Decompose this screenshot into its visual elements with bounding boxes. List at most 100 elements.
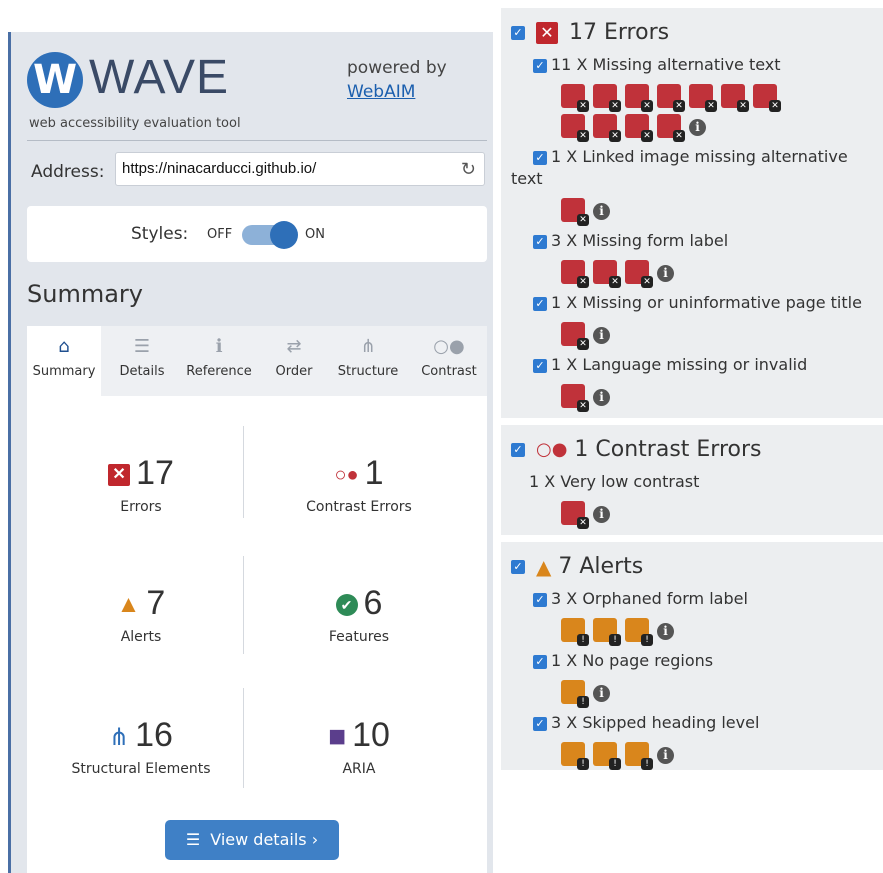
item-checkbox[interactable]: ✓	[533, 716, 547, 731]
errors-heading: 17 Errors	[569, 20, 670, 45]
missing-alt-icon[interactable]: ✕	[561, 84, 589, 112]
missing-alt-icon[interactable]: ✕	[753, 84, 781, 112]
item-checkbox[interactable]: ✓	[533, 358, 547, 373]
page-regions-icon[interactable]: !	[561, 680, 589, 708]
tab-label: Contrast	[421, 364, 477, 379]
view-details-button[interactable]: ☰ View details ›	[165, 820, 339, 860]
skipped-heading-icon[interactable]: !	[561, 742, 589, 770]
structural-count: 16	[135, 716, 173, 754]
features-label: Features	[328, 629, 390, 645]
address-input[interactable]: https://ninacarducci.github.io/ ↻	[115, 152, 485, 186]
contrast-label: Contrast Errors	[306, 499, 412, 515]
orphaned-label-icon[interactable]: !	[593, 618, 621, 646]
icon-row: ✕ i	[511, 499, 873, 529]
divider	[243, 556, 244, 654]
stat-contrast[interactable]: ○● 1 Contrast Errors	[259, 454, 459, 515]
list-icon: ☰	[185, 830, 201, 849]
skipped-heading-icon[interactable]: !	[625, 742, 653, 770]
powered-by-label: powered by	[347, 58, 447, 78]
missing-alt-icon[interactable]: ✕	[657, 114, 685, 142]
tab-bar: ⌂ Summary ☰ Details ℹ Reference ⇄ Order …	[27, 326, 487, 396]
alerts-checkbox[interactable]: ✓	[511, 560, 525, 574]
reload-icon[interactable]: ↻	[461, 153, 476, 185]
tab-reference[interactable]: ℹ Reference	[179, 326, 259, 396]
errors-checkbox[interactable]: ✓	[511, 26, 525, 40]
item-label: 11 X Missing alternative text	[551, 55, 781, 74]
icon-row: !!! i	[511, 616, 873, 646]
orphaned-label-icon[interactable]: !	[561, 618, 589, 646]
info-icon[interactable]: i	[593, 202, 610, 220]
stat-features[interactable]: ✔ 6 Features	[259, 584, 459, 645]
styles-off-label: OFF	[207, 227, 233, 242]
brand-header: W WAVE web accessibility evaluation tool…	[27, 50, 487, 136]
language-icon[interactable]: ✕	[561, 384, 589, 412]
stat-aria[interactable]: ■ 10 ARIA	[259, 716, 459, 777]
aria-label: ARIA	[342, 761, 376, 777]
info-icon[interactable]: i	[657, 264, 674, 282]
styles-on-label: ON	[305, 227, 325, 242]
stat-alerts[interactable]: ▲ 7 Alerts	[41, 584, 241, 645]
info-icon[interactable]: i	[593, 388, 610, 406]
tab-summary[interactable]: ⌂ Summary	[27, 326, 101, 396]
item-label: 3 X Skipped heading level	[551, 713, 760, 732]
info-icon[interactable]: i	[689, 118, 706, 136]
item-checkbox[interactable]: ✓	[533, 150, 547, 165]
tab-details[interactable]: ☰ Details	[101, 326, 183, 396]
linked-image-icon[interactable]: ✕	[561, 198, 589, 226]
skipped-heading-icon[interactable]: !	[593, 742, 621, 770]
info-icon[interactable]: i	[593, 505, 610, 523]
error-icon: ✕	[108, 464, 131, 487]
tab-order[interactable]: ⇄ Order	[263, 326, 325, 396]
item-checkbox[interactable]: ✓	[533, 296, 547, 311]
stat-structural[interactable]: ⋔ 16 Structural Elements	[41, 716, 241, 777]
info-icon[interactable]: i	[657, 622, 674, 640]
features-count: 6	[363, 584, 383, 622]
missing-alt-icon[interactable]: ✕	[593, 114, 621, 142]
alerts-section: ✓ ▲ 7 Alerts ✓ 3 X Orphaned form label !!…	[501, 542, 883, 770]
stat-errors[interactable]: ✕ 17 Errors	[41, 454, 241, 515]
list-item: ✓ 3 X Orphaned form label	[511, 588, 873, 610]
info-icon: ℹ	[215, 336, 223, 357]
home-icon: ⌂	[58, 336, 70, 357]
info-icon[interactable]: i	[657, 746, 674, 764]
low-contrast-icon[interactable]: ✕	[561, 501, 589, 529]
missing-alt-icon[interactable]: ✕	[625, 114, 653, 142]
missing-alt-icon[interactable]: ✕	[657, 84, 685, 112]
item-checkbox[interactable]: ✓	[533, 58, 547, 73]
item-checkbox[interactable]: ✓	[533, 234, 547, 249]
alerts-count: 7	[146, 584, 166, 622]
toggle-knob	[270, 221, 298, 249]
tab-contrast[interactable]: ○● Contrast	[411, 326, 487, 396]
tab-label: Structure	[337, 364, 399, 379]
page-title-icon[interactable]: ✕	[561, 322, 589, 350]
feature-icon: ✔	[335, 594, 358, 617]
form-label-icon[interactable]: ✕	[625, 260, 653, 288]
contrast-checkbox[interactable]: ✓	[511, 443, 525, 457]
errors-section: ✓ ✕ 17 Errors ✓ 11 X Missing alternative …	[501, 8, 883, 418]
orphaned-label-icon[interactable]: !	[625, 618, 653, 646]
divider	[243, 426, 244, 518]
missing-alt-icon[interactable]: ✕	[721, 84, 749, 112]
tab-structure[interactable]: ⋔ Structure	[325, 326, 411, 396]
icon-row: ✕ ✕ ✕ ✕ ✕ ✕ ✕ ✕ ✕ ✕ ✕ i	[511, 82, 873, 142]
styles-toggle[interactable]	[242, 221, 298, 249]
list-item: ✓ 3 X Skipped heading level	[511, 712, 873, 734]
missing-alt-icon[interactable]: ✕	[689, 84, 717, 112]
info-icon[interactable]: i	[593, 326, 610, 344]
contrast-heading: 1 Contrast Errors	[574, 437, 762, 462]
info-icon[interactable]: i	[593, 684, 610, 702]
missing-alt-icon[interactable]: ✕	[625, 84, 653, 112]
alerts-label: Alerts	[120, 629, 162, 645]
form-label-icon[interactable]: ✕	[561, 260, 589, 288]
list-item: 1 X Very low contrast	[511, 471, 873, 493]
missing-alt-icon[interactable]: ✕	[561, 114, 589, 142]
webaim-link[interactable]: WebAIM	[347, 82, 415, 102]
item-checkbox[interactable]: ✓	[533, 592, 547, 607]
missing-alt-icon[interactable]: ✕	[593, 84, 621, 112]
item-checkbox[interactable]: ✓	[533, 654, 547, 669]
icon-row: ✕ i	[511, 382, 873, 412]
form-label-icon[interactable]: ✕	[593, 260, 621, 288]
item-label: 3 X Orphaned form label	[551, 589, 748, 608]
wave-sidebar: W WAVE web accessibility evaluation tool…	[8, 32, 493, 873]
contrast-section: ✓ ○● 1 Contrast Errors 1 X Very low cont…	[501, 425, 883, 535]
